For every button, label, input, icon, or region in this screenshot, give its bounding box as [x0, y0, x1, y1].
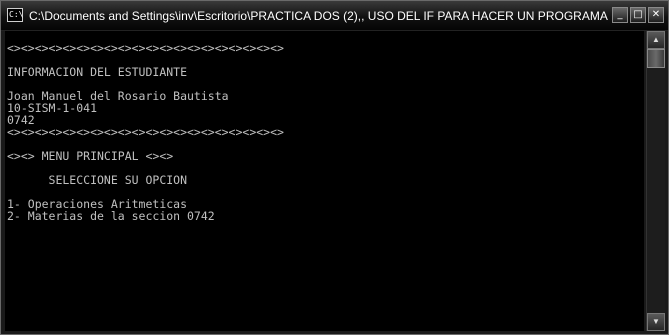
console-line: 2- Materias de la seccion 0742 — [7, 209, 215, 223]
console-window: C:\ C:\Documents and Settings\inv\Escrit… — [0, 0, 669, 335]
window-title: C:\Documents and Settings\inv\Escritorio… — [29, 9, 609, 23]
minimize-button[interactable]: _ — [612, 7, 628, 23]
console-line: <><> MENU PRINCIPAL <><> — [7, 149, 174, 163]
console-app-icon[interactable]: C:\ — [7, 8, 23, 22]
maximize-button[interactable]: □ — [630, 7, 646, 23]
console-line: SELECCIONE SU OPCION — [7, 173, 188, 187]
scroll-up-arrow-icon[interactable]: ▲ — [647, 31, 665, 49]
console-line: <><><><><><><><><><><><><><><><><><><><> — [7, 41, 284, 55]
console-line: INFORMACION DEL ESTUDIANTE — [7, 65, 188, 79]
scroll-down-arrow-icon[interactable]: ▼ — [647, 313, 665, 331]
title-bar[interactable]: C:\ C:\Documents and Settings\inv\Escrit… — [1, 1, 668, 31]
console-line: <><><><><><><><><><><><><><><><><><><><> — [7, 125, 284, 139]
close-button[interactable]: ✕ — [648, 7, 664, 23]
vertical-scrollbar[interactable]: ▲ ▼ — [646, 31, 665, 331]
scrollbar-thumb[interactable] — [647, 49, 665, 68]
console-output[interactable]: <><><><><><><><><><><><><><><><><><><><>… — [5, 31, 644, 331]
